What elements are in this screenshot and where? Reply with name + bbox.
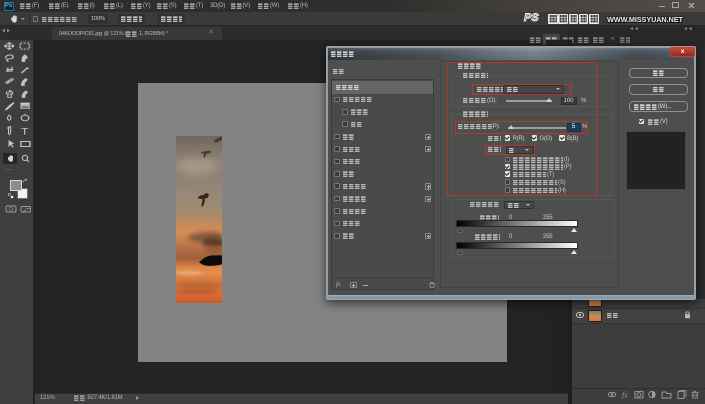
svg-text:fx: fx xyxy=(622,391,628,400)
svg-text:T: T xyxy=(21,127,29,137)
